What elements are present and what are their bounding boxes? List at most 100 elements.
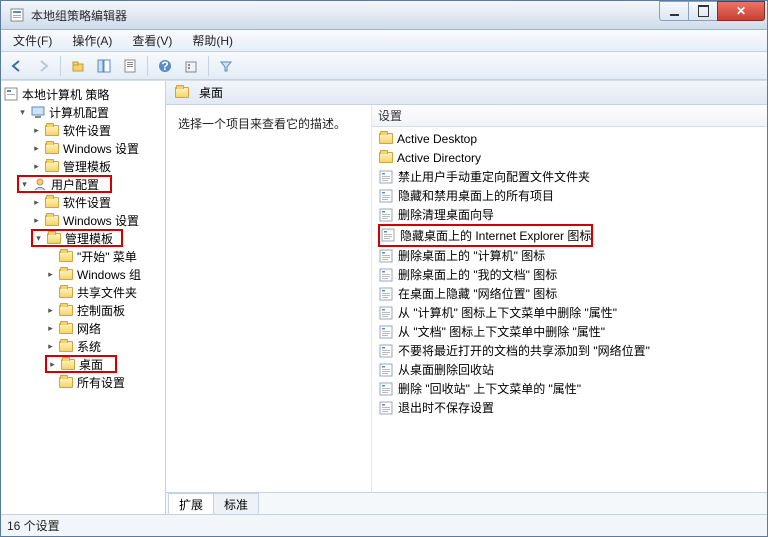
- tree-label: 管理模板: [63, 158, 111, 175]
- list-item[interactable]: Active Directory: [372, 148, 767, 167]
- tab-standard[interactable]: 标准: [213, 493, 259, 514]
- tree-cc-software[interactable]: ▸ 软件设置: [1, 121, 165, 139]
- expand-icon[interactable]: ▸: [45, 305, 56, 316]
- forward-button[interactable]: [31, 54, 55, 78]
- list-item[interactable]: 在桌面上隐藏 "网络位置" 图标: [372, 284, 767, 303]
- toolbar-separator: [208, 56, 209, 76]
- tree-uc-software[interactable]: ▸ 软件设置: [1, 193, 165, 211]
- tree-win-group[interactable]: ▸Windows 组: [1, 265, 165, 283]
- up-button[interactable]: [66, 54, 90, 78]
- tree-system[interactable]: ▸系统: [1, 337, 165, 355]
- tree-root[interactable]: 本地计算机 策略: [1, 85, 165, 103]
- list-item[interactable]: 退出时不保存设置: [372, 398, 767, 417]
- tree-computer-config[interactable]: ▾ 计算机配置: [1, 103, 165, 121]
- list-item[interactable]: 从 "计算机" 图标上下文菜单中删除 "属性": [372, 303, 767, 322]
- properties-button[interactable]: [118, 54, 142, 78]
- collapse-icon[interactable]: ▾: [19, 179, 30, 190]
- tree-label: 网络: [77, 320, 101, 337]
- expand-icon[interactable]: ▸: [31, 197, 42, 208]
- column-header-settings[interactable]: 设置: [372, 105, 767, 127]
- back-button[interactable]: [5, 54, 29, 78]
- list-item[interactable]: 禁止用户手动重定向配置文件文件夹: [372, 167, 767, 186]
- tree-uc-admin[interactable]: ▾管理模板: [31, 229, 123, 247]
- list-item[interactable]: 删除清理桌面向导: [372, 205, 767, 224]
- collapse-icon[interactable]: ▾: [33, 233, 44, 244]
- expand-icon[interactable]: ▸: [31, 143, 42, 154]
- tree-start-menu[interactable]: "开始" 菜单: [1, 247, 165, 265]
- status-text: 16 个设置: [7, 517, 60, 534]
- expand-icon[interactable]: ▸: [47, 359, 58, 370]
- list-item[interactable]: 从 "文档" 图标上下文菜单中删除 "属性": [372, 322, 767, 341]
- expand-icon[interactable]: ▸: [31, 215, 42, 226]
- list-item[interactable]: 不要将最近打开的文档的共享添加到 "网络位置": [372, 341, 767, 360]
- menu-action[interactable]: 操作(A): [66, 30, 118, 51]
- folder-icon: [58, 284, 74, 300]
- show-hide-tree-button[interactable]: [92, 54, 116, 78]
- folder-icon: [46, 230, 62, 246]
- policy-icon: [380, 228, 396, 242]
- tree-user-config[interactable]: ▾ 用户配置: [17, 175, 112, 193]
- tree-desktop[interactable]: ▸桌面: [45, 355, 117, 373]
- list-item[interactable]: 隐藏和禁用桌面上的所有项目: [372, 186, 767, 205]
- tree-control-panel[interactable]: ▸控制面板: [1, 301, 165, 319]
- tree-label: Windows 设置: [63, 140, 139, 157]
- folder-icon: [44, 158, 60, 174]
- expand-icon[interactable]: ▸: [31, 161, 42, 172]
- tree-cc-admin[interactable]: ▸ 管理模板: [1, 157, 165, 175]
- list-item-label: 退出时不保存设置: [398, 399, 494, 416]
- expand-icon[interactable]: ▸: [45, 323, 56, 334]
- expand-icon[interactable]: ▸: [45, 341, 56, 352]
- list-item[interactable]: Active Desktop: [372, 129, 767, 148]
- tab-extended[interactable]: 扩展: [168, 493, 214, 514]
- filter-button[interactable]: [214, 54, 238, 78]
- tree-label: 用户配置: [51, 176, 99, 193]
- policy-icon: [378, 306, 394, 320]
- description-panel: 选择一个项目来查看它的描述。: [166, 105, 371, 492]
- tree-cc-windows[interactable]: ▸ Windows 设置: [1, 139, 165, 157]
- help-button[interactable]: ?: [153, 54, 177, 78]
- list-item-label: 删除 "回收站" 上下文菜单的 "属性": [398, 380, 581, 397]
- maximize-button[interactable]: [688, 1, 718, 21]
- list-item-label: 在桌面上隐藏 "网络位置" 图标: [398, 285, 557, 302]
- app-icon: [9, 7, 25, 23]
- blank-icon: [45, 377, 56, 388]
- list-item[interactable]: 隐藏桌面上的 Internet Explorer 图标: [380, 226, 591, 245]
- titlebar[interactable]: 本地组策略编辑器 ✕: [1, 1, 767, 30]
- content-header: 桌面: [166, 81, 767, 105]
- list-item[interactable]: 从桌面删除回收站: [372, 360, 767, 379]
- blank-icon: [45, 287, 56, 298]
- expand-icon[interactable]: ▸: [31, 125, 42, 136]
- window-title: 本地组策略编辑器: [31, 7, 767, 24]
- minimize-button[interactable]: [659, 1, 689, 21]
- list-item[interactable]: 删除桌面上的 "我的文档" 图标: [372, 265, 767, 284]
- settings-list[interactable]: 设置 Active DesktopActive Directory禁止用户手动重…: [371, 105, 767, 492]
- user-icon: [32, 176, 48, 192]
- export-button[interactable]: [179, 54, 203, 78]
- tree-label: 软件设置: [63, 194, 111, 211]
- policy-icon: [378, 401, 394, 415]
- toolbar-separator: [147, 56, 148, 76]
- tree-share[interactable]: 共享文件夹: [1, 283, 165, 301]
- content-title: 桌面: [199, 84, 223, 101]
- tree-all-settings[interactable]: 所有设置: [1, 373, 165, 391]
- tree-label: 共享文件夹: [77, 284, 137, 301]
- blank-icon: [45, 251, 56, 262]
- collapse-icon[interactable]: ▾: [17, 107, 28, 118]
- menu-file[interactable]: 文件(F): [7, 30, 58, 51]
- close-button[interactable]: ✕: [717, 1, 765, 21]
- tree-label: 软件设置: [63, 122, 111, 139]
- view-tabs: 扩展 标准: [166, 492, 767, 514]
- tree-pane[interactable]: 本地计算机 策略 ▾ 计算机配置 ▸ 软件设置 ▸ Windows 设置 ▸ 管理模板…: [1, 81, 166, 514]
- list-item-label: 禁止用户手动重定向配置文件文件夹: [398, 168, 590, 185]
- list-item[interactable]: 删除桌面上的 "计算机" 图标: [372, 246, 767, 265]
- folder-icon: [44, 140, 60, 156]
- menu-view[interactable]: 查看(V): [126, 30, 178, 51]
- list-item-label: 从桌面删除回收站: [398, 361, 494, 378]
- menubar: 文件(F) 操作(A) 查看(V) 帮助(H): [1, 30, 767, 52]
- tree-network[interactable]: ▸ 网络: [1, 319, 165, 337]
- folder-icon: [44, 194, 60, 210]
- list-item[interactable]: 删除 "回收站" 上下文菜单的 "属性": [372, 379, 767, 398]
- expand-icon[interactable]: ▸: [45, 269, 56, 280]
- tree-uc-windows[interactable]: ▸Windows 设置: [1, 211, 165, 229]
- menu-help[interactable]: 帮助(H): [186, 30, 239, 51]
